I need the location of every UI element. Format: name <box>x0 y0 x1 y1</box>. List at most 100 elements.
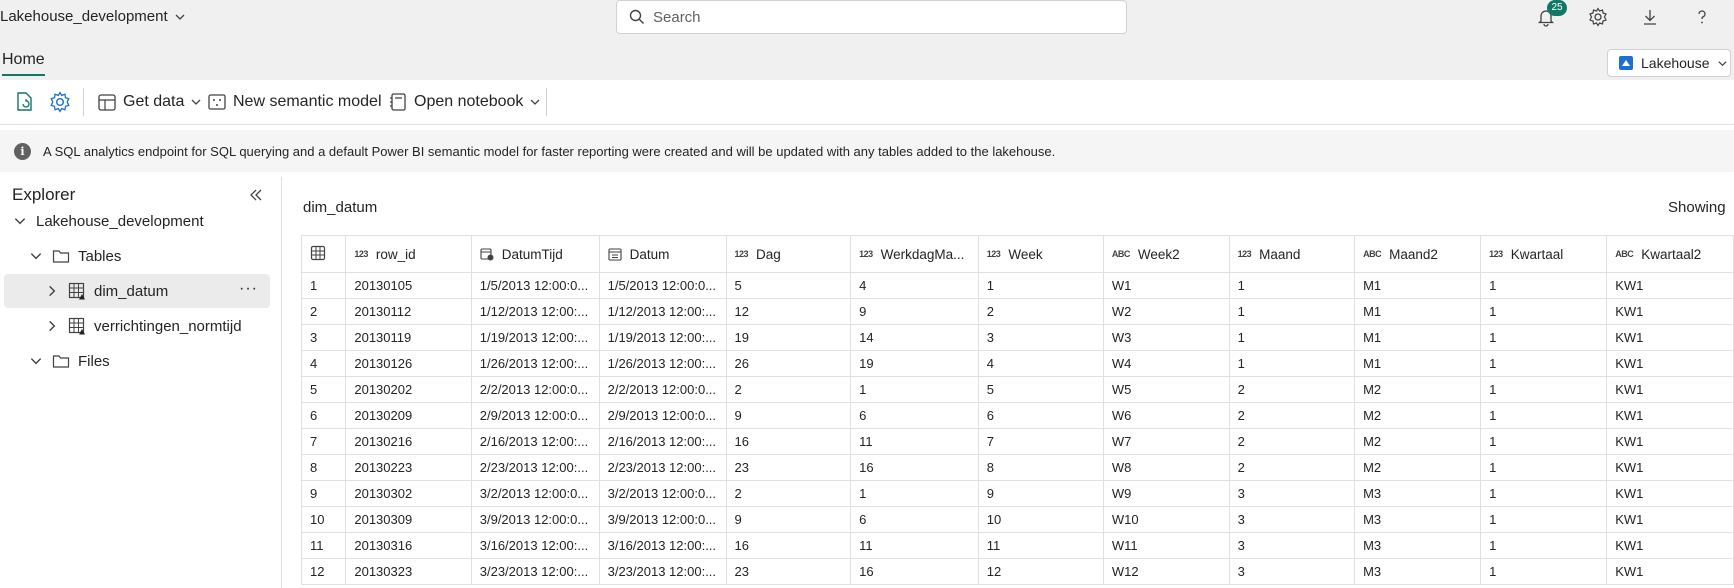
table-cell[interactable]: M3 <box>1354 506 1482 533</box>
row-number-cell[interactable]: 3 <box>300 324 347 351</box>
table-cell[interactable]: 20130216 <box>345 428 472 455</box>
table-cell[interactable]: KW1 <box>1606 454 1734 481</box>
table-cell[interactable]: W5 <box>1102 376 1230 403</box>
search-box[interactable] <box>616 0 1127 34</box>
table-cell[interactable]: 2/16/2013 12:00:... <box>470 428 600 455</box>
table-cell[interactable]: 20130209 <box>345 402 472 429</box>
column-header[interactable]: 123 Week <box>977 235 1104 273</box>
table-cell[interactable]: 1 <box>1228 350 1356 377</box>
table-cell[interactable]: W7 <box>1102 428 1230 455</box>
table-cell[interactable]: 9 <box>850 298 979 325</box>
table-cell[interactable]: 20130112 <box>345 298 472 325</box>
tree-item-tables[interactable]: Tables <box>0 239 270 273</box>
table-cell[interactable]: 9 <box>725 506 852 533</box>
row-number-cell[interactable]: 8 <box>300 454 347 481</box>
table-cell[interactable]: 1/26/2013 12:00:... <box>598 350 727 377</box>
table-cell[interactable]: 2/16/2013 12:00:... <box>598 428 727 455</box>
table-cell[interactable]: 1 <box>1480 272 1608 299</box>
row-number-cell[interactable]: 6 <box>300 402 347 429</box>
table-cell[interactable]: W6 <box>1102 402 1230 429</box>
row-number-cell[interactable]: 5 <box>300 376 347 403</box>
table-cell[interactable]: 8 <box>977 454 1104 481</box>
column-header[interactable]: 123 Dag <box>725 235 852 273</box>
table-cell[interactable]: 1/26/2013 12:00:... <box>470 350 600 377</box>
table-cell[interactable]: 20130126 <box>345 350 472 377</box>
table-cell[interactable]: 3/23/2013 12:00:... <box>598 558 727 585</box>
table-cell[interactable]: KW1 <box>1606 324 1734 351</box>
table-cell[interactable]: 3/2/2013 12:00:0... <box>470 480 600 507</box>
table-cell[interactable]: 3/16/2013 12:00:... <box>598 532 727 559</box>
table-cell[interactable]: 23 <box>725 454 852 481</box>
column-header[interactable]: ABC Kwartaal2 <box>1606 235 1734 273</box>
tree-item-dim-datum[interactable]: dim_datum ··· <box>4 274 270 308</box>
table-cell[interactable]: 1/5/2013 12:00:0... <box>470 272 600 299</box>
table-cell[interactable]: 1 <box>1480 454 1608 481</box>
column-header[interactable]: DatumTijd <box>470 235 600 273</box>
refresh-button[interactable] <box>14 88 36 116</box>
table-cell[interactable]: 1 <box>1480 402 1608 429</box>
table-cell[interactable]: KW1 <box>1606 376 1734 403</box>
table-cell[interactable]: 4 <box>977 350 1104 377</box>
table-cell[interactable]: 10 <box>977 506 1104 533</box>
table-cell[interactable]: 4 <box>850 272 979 299</box>
table-cell[interactable]: 12 <box>725 298 852 325</box>
table-cell[interactable]: 1/19/2013 12:00:... <box>598 324 727 351</box>
table-cell[interactable]: 1 <box>1228 298 1356 325</box>
table-cell[interactable]: 2/9/2013 12:00:0... <box>598 402 727 429</box>
settings-button[interactable] <box>1572 0 1624 34</box>
table-cell[interactable]: W8 <box>1102 454 1230 481</box>
table-cell[interactable]: 3/23/2013 12:00:... <box>470 558 600 585</box>
table-cell[interactable]: 1 <box>1228 272 1356 299</box>
table-cell[interactable]: KW1 <box>1606 532 1734 559</box>
table-cell[interactable]: 20130202 <box>345 376 472 403</box>
table-cell[interactable]: 2 <box>725 376 852 403</box>
column-header[interactable]: ABC Maand2 <box>1354 235 1482 273</box>
table-cell[interactable]: 1 <box>1480 350 1608 377</box>
table-cell[interactable]: 3 <box>977 324 1104 351</box>
table-cell[interactable]: 3 <box>1228 480 1356 507</box>
table-cell[interactable]: 11 <box>977 532 1104 559</box>
table-cell[interactable]: 1/5/2013 12:00:0... <box>598 272 727 299</box>
table-cell[interactable]: 1 <box>1480 324 1608 351</box>
table-cell[interactable]: 2 <box>1228 454 1356 481</box>
table-cell[interactable]: 1/12/2013 12:00:... <box>598 298 727 325</box>
table-cell[interactable]: 16 <box>725 428 852 455</box>
column-header[interactable]: Datum <box>598 235 727 273</box>
table-cell[interactable]: 1 <box>1480 480 1608 507</box>
table-cell[interactable]: M2 <box>1354 402 1482 429</box>
table-cell[interactable]: 1 <box>850 376 979 403</box>
table-cell[interactable]: KW1 <box>1606 272 1734 299</box>
table-cell[interactable]: KW1 <box>1606 558 1734 585</box>
row-number-cell[interactable]: 7 <box>300 428 347 455</box>
table-cell[interactable]: 6 <box>850 402 979 429</box>
table-cell[interactable]: 3/2/2013 12:00:0... <box>598 480 727 507</box>
table-cell[interactable]: 2/9/2013 12:00:0... <box>470 402 600 429</box>
table-cell[interactable]: 1 <box>1480 376 1608 403</box>
table-cell[interactable]: 2/23/2013 12:00:... <box>598 454 727 481</box>
table-cell[interactable]: 1 <box>1228 324 1356 351</box>
table-cell[interactable]: KW1 <box>1606 298 1734 325</box>
table-cell[interactable]: M2 <box>1354 376 1482 403</box>
table-cell[interactable]: KW1 <box>1606 506 1734 533</box>
column-header[interactable]: 123 row_id <box>345 235 472 273</box>
open-notebook-button[interactable]: Open notebook <box>388 88 541 116</box>
table-cell[interactable]: 2 <box>1228 376 1356 403</box>
table-cell[interactable]: 20130119 <box>345 324 472 351</box>
table-cell[interactable]: W2 <box>1102 298 1230 325</box>
table-cell[interactable]: 9 <box>977 480 1104 507</box>
notifications-button[interactable]: 25 <box>1520 0 1572 34</box>
table-cell[interactable]: 2 <box>977 298 1104 325</box>
table-cell[interactable]: 2 <box>1228 402 1356 429</box>
column-header[interactable]: 123 Maand <box>1228 235 1356 273</box>
row-number-cell[interactable]: 1 <box>300 272 347 299</box>
table-cell[interactable]: 16 <box>850 454 979 481</box>
table-cell[interactable]: 1 <box>1480 506 1608 533</box>
table-cell[interactable]: 1 <box>1480 298 1608 325</box>
table-cell[interactable]: 2 <box>725 480 852 507</box>
help-button[interactable] <box>1676 0 1728 34</box>
new-semantic-model-button[interactable]: New semantic model <box>207 88 382 116</box>
column-header[interactable]: 123 Kwartaal <box>1480 235 1608 273</box>
table-cell[interactable]: W3 <box>1102 324 1230 351</box>
table-cell[interactable]: 1/12/2013 12:00:... <box>470 298 600 325</box>
table-cell[interactable]: 3 <box>1228 532 1356 559</box>
